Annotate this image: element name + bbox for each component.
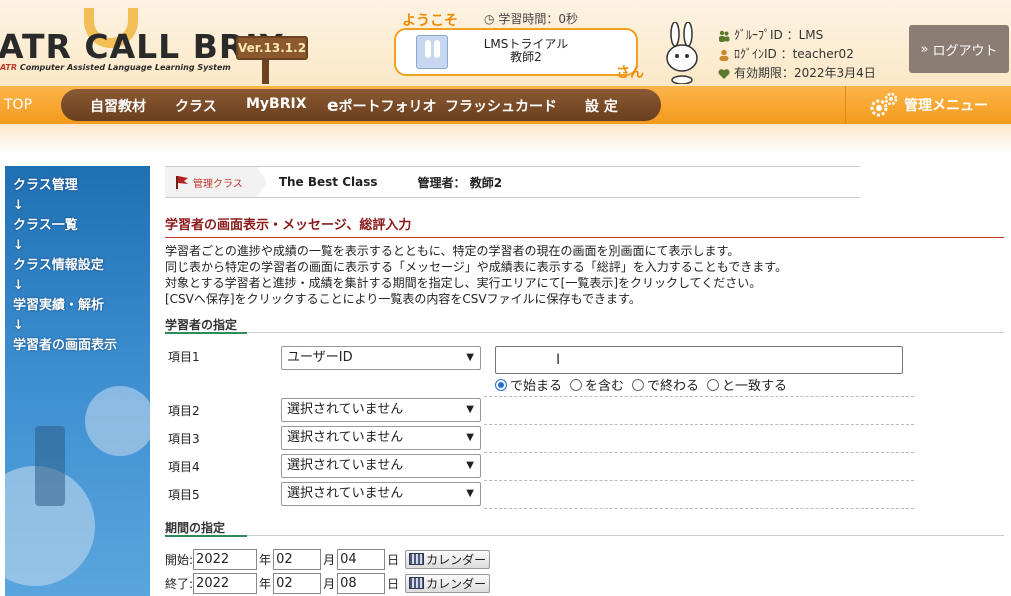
figure-decoration xyxy=(35,426,65,506)
double-chevron-right-icon: » xyxy=(920,41,929,57)
calendar-icon xyxy=(409,553,425,565)
row-divider xyxy=(484,480,914,481)
text-cursor-icon: I xyxy=(556,352,561,368)
gears-icon xyxy=(870,92,898,117)
sidebar-arrow: ↓ xyxy=(13,318,24,333)
field-select-4[interactable]: 選択されていません ▼ xyxy=(281,454,481,478)
radio-ends-with[interactable] xyxy=(632,378,645,391)
nav-item-settings[interactable]: 設 定 xyxy=(585,96,618,116)
field-label-5: 項目5 xyxy=(168,488,200,502)
main-nav: TOP 自習教材 クラス MyBRIX eポートフォリオ フラッシュカード 設 … xyxy=(0,86,1011,124)
field-label-1: 項目1 xyxy=(168,350,200,364)
flag-icon xyxy=(176,176,188,189)
page-description: 学習者ごとの進捗や成績の一覧を表示するとともに、特定の学習者の現在の画面を別画面… xyxy=(165,244,788,306)
radio-starts-with[interactable] xyxy=(495,378,507,391)
welcome-user-role: 教師2 xyxy=(510,50,542,64)
san-label: さん xyxy=(616,65,644,81)
sidebar-arrow: ↓ xyxy=(13,198,24,213)
search-input[interactable]: I xyxy=(495,346,903,374)
radio-contains[interactable] xyxy=(570,378,583,391)
admin-menu-button[interactable]: 管理メニュー xyxy=(845,86,1011,124)
heading-underline xyxy=(165,535,247,537)
row-divider xyxy=(484,508,914,509)
breadcrumb-class-name: The Best Class xyxy=(278,175,378,189)
sidebar-item-class-list[interactable]: クラス一覧 xyxy=(13,216,117,236)
heart-icon xyxy=(718,68,730,79)
chevron-down-icon: ▼ xyxy=(466,432,474,443)
header-shadow xyxy=(0,124,1011,154)
breadcrumb-admin: 管理者： 教師2 xyxy=(417,175,503,190)
heading-underline xyxy=(165,332,247,334)
version-sign-post xyxy=(262,58,269,84)
header: ATR CALL BRIX ATR Computer Assisted Lang… xyxy=(0,0,1011,86)
end-calendar-button[interactable]: カレンダー xyxy=(405,573,491,593)
nav-item-class[interactable]: クラス xyxy=(175,96,217,116)
gear-decoration-icon xyxy=(85,386,150,456)
clock-icon: ◷ xyxy=(484,12,495,26)
sidebar-item-results-analysis[interactable]: 学習実績・解析 xyxy=(13,296,117,316)
field-label-4: 項目4 xyxy=(168,460,200,474)
end-date-row: 終了: 2022 年 02 月 08 日 カレンダー xyxy=(165,572,491,594)
field-label-3: 項目3 xyxy=(168,432,200,446)
nav-item-self-study[interactable]: 自習教材 xyxy=(90,96,146,116)
field-select-5[interactable]: 選択されていません ▼ xyxy=(281,482,481,506)
user-icon xyxy=(719,49,729,61)
nav-menu: 自習教材 クラス MyBRIX eポートフォリオ フラッシュカード 設 定 xyxy=(61,89,661,121)
start-month-input[interactable]: 02 xyxy=(273,548,322,570)
rabbit-mascot-icon xyxy=(666,22,698,84)
chevron-down-icon: ▼ xyxy=(466,352,474,363)
group-id-row: ｸﾞﾙｰﾌﾟID ：LMS xyxy=(718,26,876,45)
sidebar-item-class-management[interactable]: クラス管理 xyxy=(13,176,117,196)
nav-item-flashcard[interactable]: フラッシュカード xyxy=(445,96,557,116)
chevron-down-icon: ▼ xyxy=(466,404,474,415)
sidebar-nav: クラス管理 ↓ クラス一覧 ↓ クラス情報設定 ↓ 学習実績・解析 ↓ 学習者の… xyxy=(13,176,117,356)
welcome-user: LMSトライアル 教師2 xyxy=(456,38,596,64)
sidebar-arrow: ↓ xyxy=(13,278,24,293)
start-year-input[interactable]: 2022 xyxy=(193,548,258,570)
field-select-1[interactable]: ユーザーID ▼ xyxy=(281,346,481,370)
calendar-icon xyxy=(409,577,425,589)
logo-subtitle: ATR Computer Assisted Language Learning … xyxy=(0,63,231,72)
row-divider xyxy=(484,424,914,425)
start-date-row: 開始: 2022 年 02 月 04 日 カレンダー xyxy=(165,548,491,570)
logout-button[interactable]: » ログアウト xyxy=(909,25,1009,73)
field-select-3[interactable]: 選択されていません ▼ xyxy=(281,426,481,450)
breadcrumb-managed-class[interactable]: 管理クラス xyxy=(165,167,267,197)
version-sign: Ver.13.1.2 xyxy=(236,36,308,60)
expiry-row: 有効期限：2022年3月4日 xyxy=(718,64,876,83)
sidebar-item-class-settings[interactable]: クラス情報設定 xyxy=(13,256,117,276)
sidebar-arrow: ↓ xyxy=(13,238,24,253)
group-icon xyxy=(719,30,730,42)
period-heading: 期間の指定 xyxy=(165,519,1004,537)
end-day-input[interactable]: 08 xyxy=(337,572,386,594)
chevron-down-icon: ▼ xyxy=(466,460,474,471)
row-divider xyxy=(484,452,914,453)
study-time: ◷ 学習時間：0秒 xyxy=(484,12,578,26)
page-title: 学習者の画面表示・メッセージ、総評入力 xyxy=(165,214,1004,238)
learner-spec-heading: 学習者の指定 xyxy=(165,316,1004,334)
welcome-box: LMSトライアル 教師2 xyxy=(394,28,638,76)
row-divider xyxy=(484,396,914,397)
nav-item-mybrix[interactable]: MyBRIX xyxy=(246,96,307,112)
end-month-input[interactable]: 02 xyxy=(273,572,322,594)
nav-top-link[interactable]: TOP xyxy=(0,86,50,124)
login-id-row: ﾛｸﾞｲﾝID ：teacher02 xyxy=(718,45,876,64)
start-calendar-button[interactable]: カレンダー xyxy=(405,549,491,569)
nav-item-portfolio[interactable]: eポートフォリオ xyxy=(327,96,437,116)
radio-exact-match[interactable] xyxy=(707,378,720,391)
field-select-2[interactable]: 選択されていません ▼ xyxy=(281,398,481,422)
breadcrumb: 管理クラス The Best Class 管理者： 教師2 xyxy=(165,166,860,198)
chevron-down-icon: ▼ xyxy=(466,488,474,499)
end-year-input[interactable]: 2022 xyxy=(193,572,258,594)
avatar xyxy=(416,35,448,69)
user-info: ｸﾞﾙｰﾌﾟID ：LMS ﾛｸﾞｲﾝID ：teacher02 有効期限：20… xyxy=(718,26,876,83)
match-options: で始まる を含む で終わる と一致する xyxy=(495,375,787,394)
field-label-2: 項目2 xyxy=(168,404,200,418)
sidebar-item-learner-screen[interactable]: 学習者の画面表示 xyxy=(13,336,117,356)
sidebar: クラス管理 ↓ クラス一覧 ↓ クラス情報設定 ↓ 学習実績・解析 ↓ 学習者の… xyxy=(5,166,150,596)
start-day-input[interactable]: 04 xyxy=(337,548,386,570)
welcome-label: ようこそ xyxy=(402,13,458,29)
